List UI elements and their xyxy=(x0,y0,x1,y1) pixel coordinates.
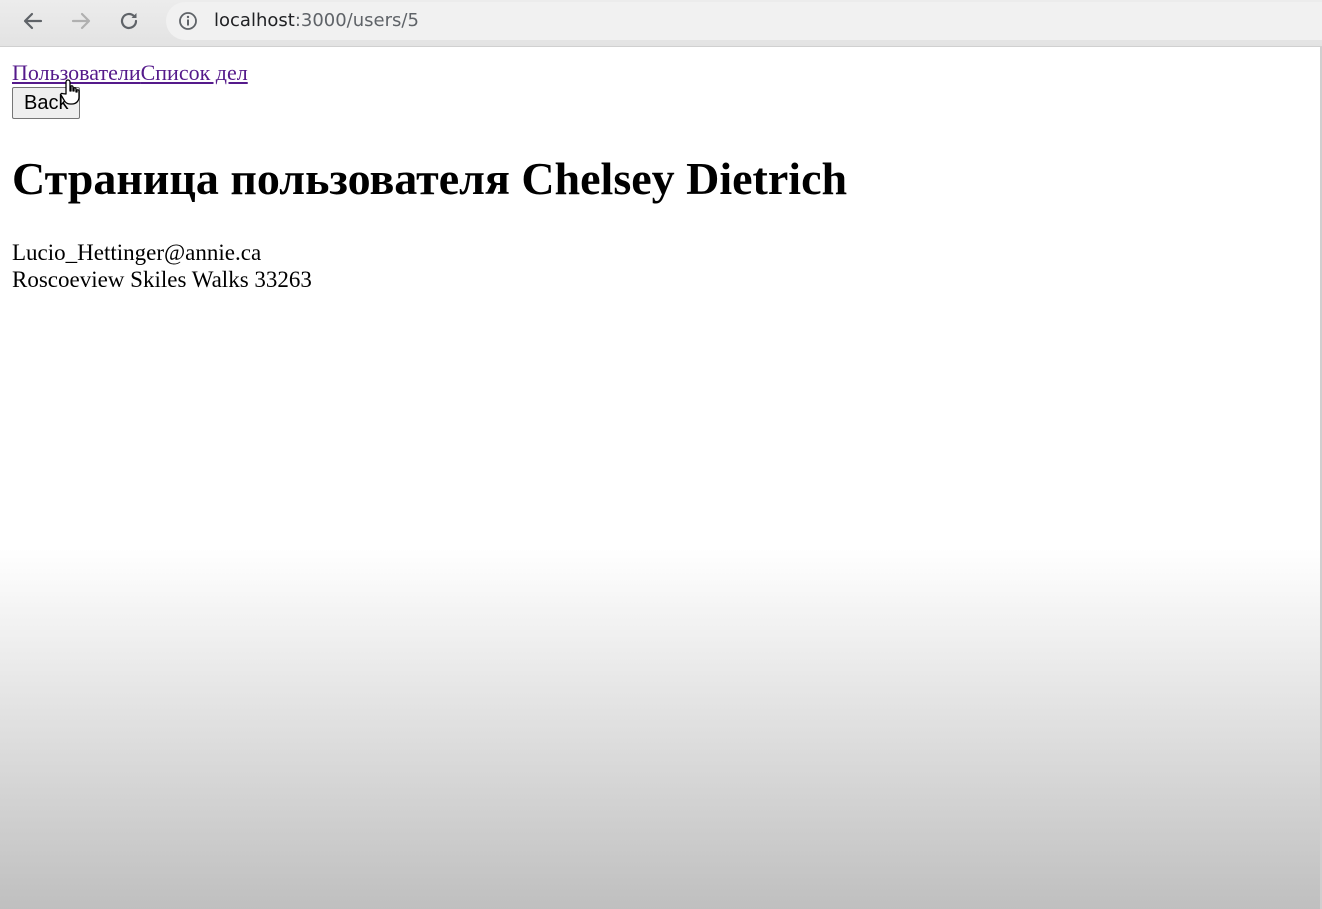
user-details: Lucio_Hettinger@annie.ca Roscoeview Skil… xyxy=(12,239,312,293)
forward-arrow-icon[interactable] xyxy=(67,7,95,35)
page-viewport: ПользователиСписок дел Back Страница пол… xyxy=(0,47,1322,909)
url-path: :3000/users/5 xyxy=(294,10,419,31)
back-arrow-icon[interactable] xyxy=(19,7,47,35)
user-email: Lucio_Hettinger@annie.ca xyxy=(12,240,262,265)
browser-toolbar: localhost:3000/users/5 xyxy=(0,0,1322,47)
info-icon[interactable] xyxy=(178,11,198,31)
page-title: Страница пользователя Chelsey Dietrich xyxy=(12,153,848,204)
url-text: localhost:3000/users/5 xyxy=(214,10,419,31)
reload-icon[interactable] xyxy=(115,7,143,35)
user-address: Roscoeview Skiles Walks 33263 xyxy=(12,267,312,292)
top-nav: ПользователиСписок дел xyxy=(12,60,248,86)
video-shade-overlay xyxy=(0,549,1322,909)
url-host: localhost xyxy=(214,10,295,31)
address-bar[interactable]: localhost:3000/users/5 xyxy=(166,2,1322,40)
todos-link[interactable]: Список дел xyxy=(141,60,248,85)
hand-cursor-icon xyxy=(60,79,80,105)
